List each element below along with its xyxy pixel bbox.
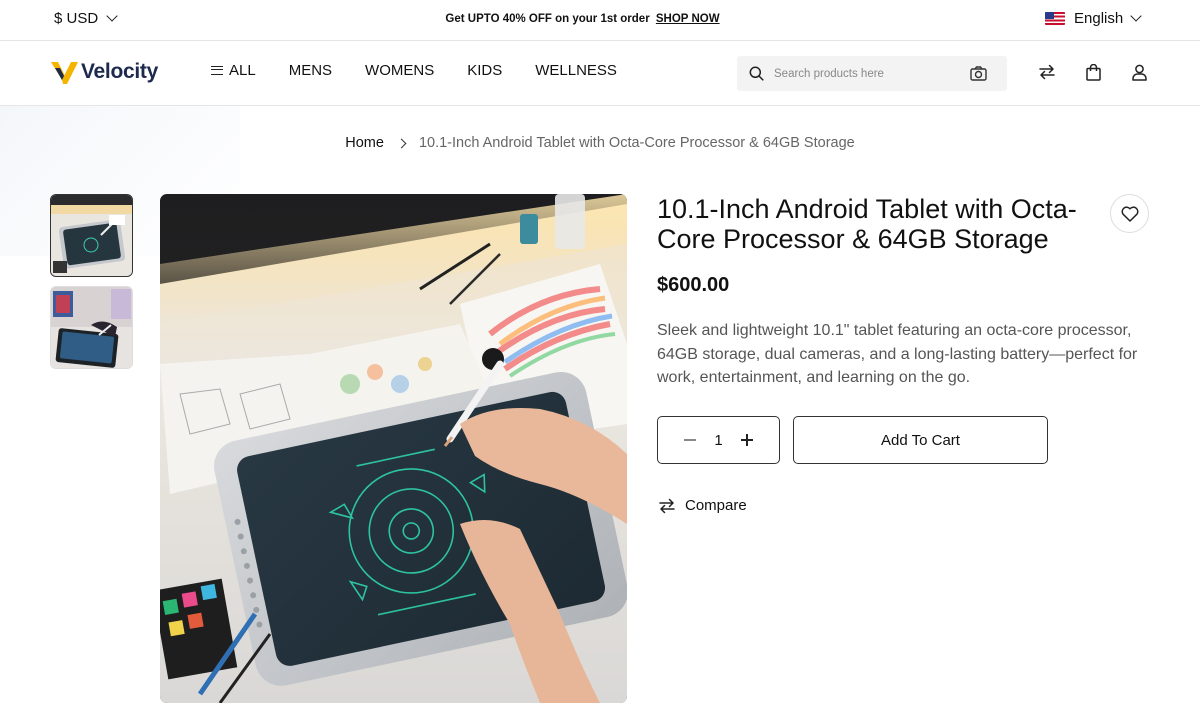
product-description: Sleek and lightweight 10.1" tablet featu… [657, 322, 1138, 386]
tablet-artist-thumbnail-image [51, 287, 132, 368]
nav-label: KIDS [467, 62, 503, 79]
menu-icon [211, 66, 223, 75]
breadcrumb: Home 10.1-Inch Android Tablet with Octa-… [0, 135, 1200, 151]
nav-item-all[interactable]: ALL [211, 62, 256, 79]
shopping-bag-icon[interactable] [1086, 64, 1101, 81]
nav-item-wellness[interactable]: WELLNESS [535, 62, 617, 79]
plus-icon[interactable] [741, 434, 753, 446]
breadcrumb-current: 10.1-Inch Android Tablet with Octa-Core … [418, 135, 855, 151]
search-input[interactable] [774, 56, 964, 91]
product-main-image[interactable] [160, 194, 627, 703]
velocity-logo-icon [51, 62, 78, 84]
main-nav: ALL MENS WOMENS KIDS WELLNESS [211, 62, 617, 79]
shop-now-link[interactable]: SHOP NOW [656, 13, 720, 25]
product-title: 10.1-Inch Android Tablet with Octa-Core … [657, 194, 1077, 254]
nav-label: ALL [229, 62, 256, 79]
quantity-value[interactable]: 1 [714, 432, 722, 449]
nav-label: WELLNESS [535, 62, 617, 79]
user-icon[interactable] [1132, 64, 1147, 81]
promo-text: Get UPTO 40% OFF on your 1st order [445, 13, 650, 25]
brand-logo[interactable]: Velocity [51, 60, 158, 84]
wishlist-button[interactable] [1110, 194, 1149, 233]
language-selector[interactable]: English [1045, 10, 1142, 27]
heart-icon [1121, 205, 1138, 222]
minus-icon[interactable] [684, 439, 696, 441]
product-thumbnail-2[interactable] [50, 286, 133, 369]
announcement-bar: $ USD Get UPTO 40% OFF on your 1st order… [0, 0, 1200, 41]
language-label: English [1074, 10, 1124, 27]
nav-item-mens[interactable]: MENS [289, 62, 332, 79]
compare-button[interactable]: Compare [658, 497, 747, 514]
promo-banner: Get UPTO 40% OFF on your 1st order SHOP … [0, 13, 1165, 25]
compare-label: Compare [685, 497, 747, 514]
tablet-drawing-photo [160, 194, 627, 703]
compare-arrows-icon [659, 498, 675, 513]
nav-item-kids[interactable]: KIDS [467, 62, 502, 79]
search-icon[interactable] [749, 66, 764, 81]
camera-icon[interactable] [970, 66, 987, 81]
product-price: $600.00 [657, 274, 730, 296]
nav-label: MENS [288, 62, 333, 79]
compare-arrows-icon[interactable] [1038, 64, 1056, 80]
search-bar [737, 56, 1007, 91]
chevron-right-icon [396, 138, 407, 148]
us-flag-icon [1045, 12, 1065, 25]
breadcrumb-home-link[interactable]: Home [345, 135, 384, 151]
add-to-cart-button[interactable]: Add To Cart [793, 416, 1048, 464]
tablet-drawing-thumbnail-image [51, 195, 132, 276]
quantity-stepper: 1 [657, 416, 780, 464]
site-header: Velocity ALL MENS WOMENS KIDS WELLNESS [0, 41, 1200, 106]
nav-item-womens[interactable]: WOMENS [365, 62, 434, 79]
nav-label: WOMENS [365, 62, 435, 79]
product-thumbnail-1[interactable] [50, 194, 133, 277]
chevron-down-icon [1130, 10, 1142, 22]
brand-name: Velocity [81, 60, 158, 83]
